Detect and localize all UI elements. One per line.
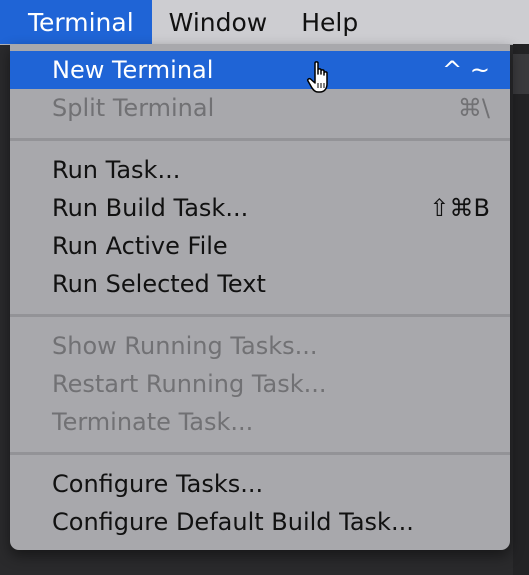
menu-separator	[10, 138, 510, 141]
menu-item-label: Configure Default Build Task...	[52, 508, 414, 536]
menu-item-label: Restart Running Task...	[52, 370, 327, 398]
menu-item-run-task[interactable]: Run Task...	[10, 151, 510, 189]
background-window-strip	[513, 54, 529, 94]
menu-item-shortcut: ⌘\	[457, 94, 490, 122]
menu-item-label: Run Active File	[52, 232, 228, 260]
menu-item-label: Configure Tasks...	[52, 470, 264, 498]
terminal-menu-dropdown: New Terminal ^ ~ Split Terminal ⌘\ Run T…	[10, 44, 510, 550]
menubar-terminal[interactable]: Terminal	[0, 0, 152, 44]
menu-item-new-terminal[interactable]: New Terminal ^ ~	[10, 51, 510, 89]
menu-item-show-running-tasks: Show Running Tasks...	[10, 327, 510, 365]
menu-separator	[10, 452, 510, 455]
menubar-help[interactable]: Help	[284, 0, 375, 44]
menu-item-run-selected-text[interactable]: Run Selected Text	[10, 265, 510, 303]
menu-item-label: Run Build Task...	[52, 194, 249, 222]
pointing-hand-cursor-icon	[307, 61, 328, 93]
menu-item-shortcut: ⇧⌘B	[429, 194, 490, 222]
menu-item-label: Show Running Tasks...	[52, 332, 318, 360]
menu-item-terminate-task: Terminate Task...	[10, 403, 510, 441]
menu-item-configure-tasks[interactable]: Configure Tasks...	[10, 465, 510, 503]
menubar-window[interactable]: Window	[152, 0, 285, 44]
menu-item-split-terminal: Split Terminal ⌘\	[10, 89, 510, 127]
menu-item-shortcut: ^ ~	[442, 56, 490, 84]
menu-item-label: Run Task...	[52, 156, 181, 184]
menu-item-restart-running-task: Restart Running Task...	[10, 365, 510, 403]
menu-bar: Terminal Window Help	[0, 0, 529, 45]
menu-item-label: Split Terminal	[52, 94, 215, 122]
menu-separator	[10, 314, 510, 317]
menu-item-label: Terminate Task...	[52, 408, 254, 436]
menu-item-label: Run Selected Text	[52, 270, 266, 298]
menu-item-run-build-task[interactable]: Run Build Task... ⇧⌘B	[10, 189, 510, 227]
menu-item-configure-default-build-task[interactable]: Configure Default Build Task...	[10, 503, 510, 541]
background-window-edge	[513, 44, 529, 575]
menu-item-run-active-file[interactable]: Run Active File	[10, 227, 510, 265]
menu-item-label: New Terminal	[52, 56, 214, 84]
